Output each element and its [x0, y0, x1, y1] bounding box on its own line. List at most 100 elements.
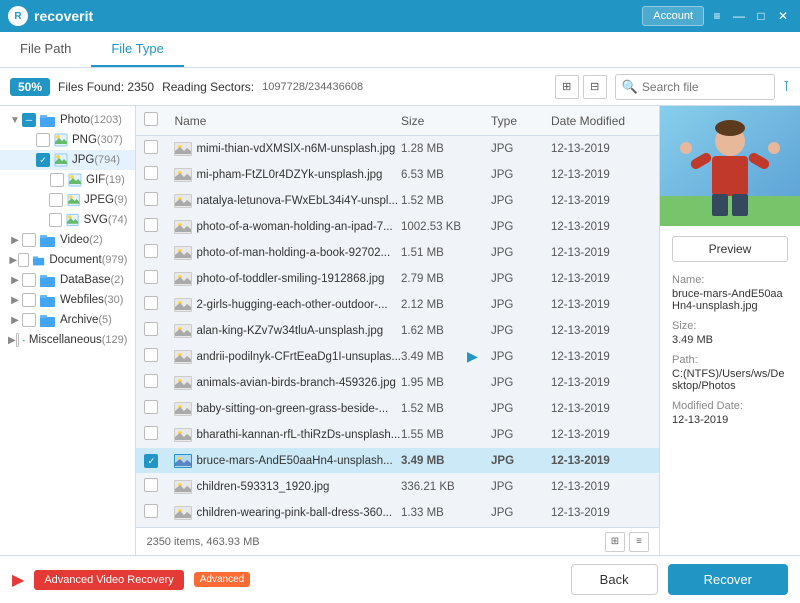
checkbox-row-3[interactable] — [144, 218, 158, 232]
checkbox-png[interactable] — [36, 133, 50, 147]
col-header-name: Name — [174, 114, 401, 128]
file-list: mimi-thian-vdXMSlX-n6M-unsplash.jpg 1.28… — [136, 136, 659, 527]
sidebar-item-video[interactable]: ▶ Video(2) — [0, 230, 135, 250]
file-count-label: 2350 items, 463.93 MB — [146, 536, 259, 548]
window-controls: Account ≡ — □ ✕ — [642, 6, 792, 26]
preview-modified-value: 12-13-2019 — [672, 414, 788, 426]
filter-icon[interactable]: ⊺ — [783, 78, 790, 95]
footer-list-icon[interactable]: ≡ — [629, 532, 649, 552]
preview-size-value: 3.49 MB — [672, 334, 788, 346]
checkbox-row-6[interactable] — [144, 296, 158, 310]
footer-view-icons: ⊞ ≡ — [605, 532, 649, 552]
image-icon-gif — [68, 173, 82, 187]
checkbox-document[interactable] — [18, 253, 29, 267]
table-row[interactable]: bharathi-kannan-rfL-thiRzDs-unsplash... … — [136, 422, 659, 448]
tab-filepath[interactable]: File Path — [0, 32, 91, 67]
preview-size-row: Size: 3.49 MB — [672, 320, 788, 346]
sidebar-item-jpg[interactable]: ✓ JPG(794) — [0, 150, 135, 170]
table-row[interactable]: andrii-podilnyk-CFrtEeaDg1I-unsuplas... … — [136, 344, 659, 370]
sidebar-item-gif[interactable]: GIF(19) — [0, 170, 135, 190]
folder-icon-archive — [40, 314, 56, 327]
checkbox-row-5[interactable] — [144, 270, 158, 284]
sidebar-item-miscellaneous[interactable]: ▶ Miscellaneous(129) — [0, 330, 135, 350]
table-row[interactable]: 2-girls-hugging-each-other-outdoor-... 2… — [136, 292, 659, 318]
checkbox-database[interactable] — [22, 273, 36, 287]
advanced-badge-button[interactable]: Advanced — [194, 572, 250, 587]
sidebar-item-archive[interactable]: ▶ Archive(5) — [0, 310, 135, 330]
checkbox-row-8[interactable] — [144, 348, 158, 362]
table-row-selected[interactable]: ✓ bruce-mars-AndE50aaHn4-unsplash... 3.4… — [136, 448, 659, 474]
sidebar-item-svg[interactable]: SVG(74) — [0, 210, 135, 230]
table-row[interactable]: natalya-letunova-FWxEbL34i4Y-unspl... 1.… — [136, 188, 659, 214]
file-thumb — [174, 220, 192, 234]
table-row[interactable]: children-wearing-pink-ball-dress-360... … — [136, 500, 659, 526]
checkbox-row-2[interactable] — [144, 192, 158, 206]
sidebar-item-png[interactable]: PNG(307) — [0, 130, 135, 150]
preview-button[interactable]: Preview — [672, 236, 788, 262]
file-date: 12-13-2019 — [551, 455, 651, 467]
file-name: photo-of-a-woman-holding-an-ipad-7... — [196, 221, 401, 233]
checkbox-miscellaneous[interactable] — [16, 333, 19, 347]
table-row[interactable]: photo-of-a-woman-holding-an-ipad-7... 10… — [136, 214, 659, 240]
checkbox-archive[interactable] — [22, 313, 36, 327]
account-button[interactable]: Account — [642, 6, 704, 26]
preview-path-value: C:(NTFS)/Users/ws/Desktop/Photos — [672, 368, 788, 392]
file-name: mimi-thian-vdXMSlX-n6M-unsplash.jpg — [196, 143, 401, 155]
file-size: 1.51 MB — [401, 247, 491, 259]
checkbox-jpg[interactable]: ✓ — [36, 153, 50, 167]
back-button[interactable]: Back — [571, 564, 658, 595]
checkbox-row-7[interactable] — [144, 322, 158, 336]
file-size: 6.53 MB — [401, 169, 491, 181]
table-row[interactable]: photo-of-toddler-smiling-1912868.jpg 2.7… — [136, 266, 659, 292]
checkbox-row-14[interactable] — [144, 504, 158, 518]
chevron-right-web: ▶ — [8, 295, 22, 306]
sidebar-item-document[interactable]: ▶ Document(979) — [0, 250, 135, 270]
checkbox-row-4[interactable] — [144, 244, 158, 258]
checkbox-row-11[interactable] — [144, 426, 158, 440]
file-type: JPG — [491, 429, 551, 441]
maximize-button[interactable]: □ — [752, 7, 770, 25]
checkbox-svg[interactable] — [49, 213, 62, 227]
tab-filetype[interactable]: File Type — [91, 32, 184, 67]
checkbox-row-1[interactable] — [144, 166, 158, 180]
checkbox-webfiles[interactable] — [22, 293, 36, 307]
advanced-video-recovery-button[interactable]: Advanced Video Recovery — [34, 570, 183, 590]
file-name: bruce-mars-AndE50aaHn4-unsplash... — [196, 455, 401, 467]
checkbox-video[interactable] — [22, 233, 36, 247]
sidebar-item-database[interactable]: ▶ DataBase(2) — [0, 270, 135, 290]
table-row[interactable]: alan-king-KZv7w34tluA-unsplash.jpg 1.62 … — [136, 318, 659, 344]
list-view-button[interactable]: ⊞ — [555, 75, 579, 99]
table-row[interactable]: mimi-thian-vdXMSlX-n6M-unsplash.jpg 1.28… — [136, 136, 659, 162]
file-name: photo-of-man-holding-a-book-92702... — [196, 247, 401, 259]
checkbox-row-13[interactable] — [144, 478, 158, 492]
search-input[interactable] — [642, 80, 762, 94]
checkbox-row-12[interactable]: ✓ — [144, 454, 158, 468]
sidebar-item-webfiles[interactable]: ▶ Webfiles(30) — [0, 290, 135, 310]
table-row[interactable]: baby-sitting-on-green-grass-beside-... 1… — [136, 396, 659, 422]
file-thumb — [174, 402, 192, 416]
grid-view-button[interactable]: ⊟ — [583, 75, 607, 99]
checkbox-row-10[interactable] — [144, 400, 158, 414]
checkbox-row-0[interactable] — [144, 140, 158, 154]
table-row[interactable]: children-593313_1920.jpg 336.21 KB JPG 1… — [136, 474, 659, 500]
checkbox-row-9[interactable] — [144, 374, 158, 388]
checkbox-photo[interactable]: ─ — [22, 113, 36, 127]
minimize-button[interactable]: — — [730, 7, 748, 25]
checkbox-all[interactable] — [144, 112, 158, 126]
checkbox-gif[interactable] — [50, 173, 64, 187]
file-size: 1002.53 KB — [401, 221, 491, 233]
checkbox-jpeg[interactable] — [49, 193, 62, 207]
footer-grid-icon[interactable]: ⊞ — [605, 532, 625, 552]
menu-button[interactable]: ≡ — [708, 7, 726, 25]
label-document: Document(979) — [49, 254, 127, 266]
file-size: 1.33 MB — [401, 507, 491, 519]
image-icon-svg — [66, 213, 79, 227]
table-row[interactable]: photo-of-man-holding-a-book-92702... 1.5… — [136, 240, 659, 266]
close-button[interactable]: ✕ — [774, 7, 792, 25]
sidebar-item-photo[interactable]: ▼ ─ Photo(1203) — [0, 110, 135, 130]
table-row[interactable]: animals-avian-birds-branch-459326.jpg 1.… — [136, 370, 659, 396]
file-name: photo-of-toddler-smiling-1912868.jpg — [196, 273, 401, 285]
recover-button[interactable]: Recover — [668, 564, 788, 595]
sidebar-item-jpeg[interactable]: JPEG(9) — [0, 190, 135, 210]
table-row[interactable]: mi-pham-FtZL0r4DZYk-unsplash.jpg 6.53 MB… — [136, 162, 659, 188]
